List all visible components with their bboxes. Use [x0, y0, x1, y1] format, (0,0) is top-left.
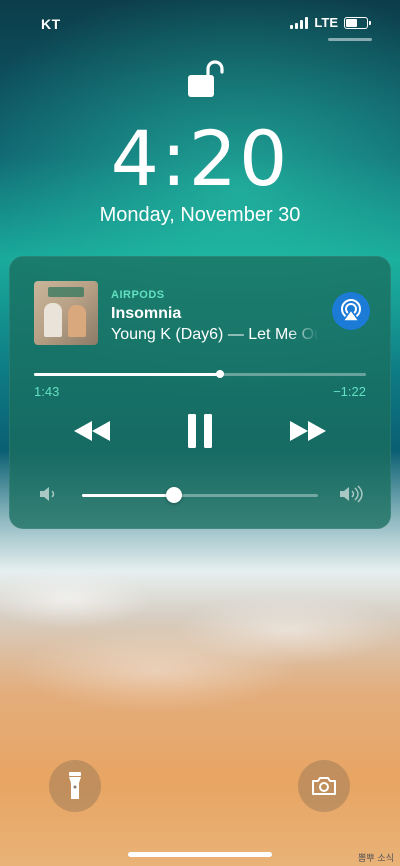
status-indicators: LTE: [290, 15, 371, 30]
battery-level-fill: [346, 18, 357, 27]
speaker-low-icon: [40, 487, 55, 501]
playback-progress-fill: [34, 373, 220, 376]
camera-icon: [312, 777, 336, 795]
now-playing-card[interactable]: AIRPODS Insomnia Young K (Day6) — Let Me…: [9, 256, 391, 529]
elapsed-time: 1:43: [34, 384, 60, 399]
control-center-grabber[interactable]: [328, 38, 372, 41]
flashlight-icon: [69, 772, 81, 799]
fast-forward-button[interactable]: [287, 414, 329, 448]
carrier-label: KT: [41, 16, 61, 32]
watermark: 뽐뿌 소식: [358, 854, 394, 864]
lock-screen-time: 4:20: [110, 114, 290, 203]
pause-button[interactable]: [183, 414, 217, 448]
playback-scrubber[interactable]: [34, 370, 366, 378]
song-artist: Young K (Day6) — Let Me Out: [111, 326, 319, 343]
volume-fill: [82, 494, 175, 497]
signal-strength-icon: [290, 16, 309, 29]
volume-slider[interactable]: [82, 487, 318, 503]
remaining-time: −1:22: [333, 384, 366, 399]
home-indicator[interactable]: [128, 852, 272, 857]
volume-knob[interactable]: [166, 487, 183, 503]
network-type: LTE: [314, 15, 338, 30]
song-title: Insomnia: [111, 305, 182, 322]
airplay-button[interactable]: [332, 292, 370, 330]
pause-icon: [188, 414, 212, 448]
album-artwork[interactable]: [34, 281, 98, 345]
fast-forward-icon: [290, 421, 326, 441]
camera-button[interactable]: [298, 760, 350, 812]
wallpaper-foam: [0, 520, 400, 720]
speaker-high-icon: [340, 485, 363, 503]
rewind-icon: [74, 421, 110, 441]
rewind-button[interactable]: [71, 414, 113, 448]
unlocked-padlock-icon: [188, 60, 224, 97]
battery-icon: [344, 16, 371, 29]
airplay-icon: [341, 299, 361, 322]
playback-scrubber-knob[interactable]: [215, 370, 224, 378]
audio-source-label: AIRPODS: [111, 289, 165, 301]
lock-screen-date: Monday, November 30: [99, 204, 301, 226]
flashlight-button[interactable]: [49, 760, 101, 812]
